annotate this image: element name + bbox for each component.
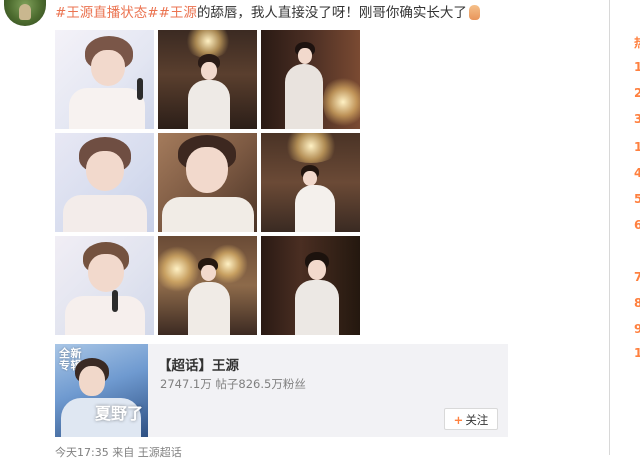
hot-rank[interactable]: 1	[634, 140, 640, 154]
hot-rank[interactable]: 7	[634, 270, 640, 284]
supertopic-card[interactable]: 全新 专辑 夏野了 【超话】王源 2747.1万 帖子826.5万粉丝 + 关注	[55, 344, 508, 437]
column-divider	[609, 0, 610, 455]
hot-rank[interactable]: 2	[634, 86, 640, 100]
hot-rank[interactable]: 5	[634, 192, 640, 206]
hot-rank[interactable]: 9	[634, 322, 640, 336]
photo-thumbnail[interactable]	[261, 236, 360, 335]
photo-thumbnail[interactable]	[261, 30, 360, 129]
post-body: 的舔唇，我人直接没了呀！刚哥你确实长大了	[196, 5, 467, 21]
user-avatar[interactable]	[4, 0, 46, 26]
post-source[interactable]: 王源超话	[138, 446, 182, 459]
photo-thumbnail[interactable]	[55, 236, 154, 335]
photo-thumbnail[interactable]	[158, 133, 257, 232]
photo-thumbnail[interactable]	[55, 30, 154, 129]
hot-rank[interactable]: 热	[634, 34, 640, 51]
photo-thumbnail[interactable]	[55, 133, 154, 232]
hot-list-sidebar: 热 1 2 3 1 4 5 6 7 8 9 1	[620, 0, 640, 455]
cover-title: 夏野了	[95, 404, 144, 423]
post-text: #王源直播状态##王源的舔唇，我人直接没了呀！刚哥你确实长大了	[55, 3, 480, 23]
hashtag-supertopic[interactable]: #王源	[159, 5, 197, 21]
hot-rank[interactable]: 6	[634, 218, 640, 232]
hot-rank[interactable]: 4	[634, 166, 640, 180]
photo-thumbnail[interactable]	[158, 30, 257, 129]
hot-rank[interactable]: 3	[634, 112, 640, 126]
hashtag-topic[interactable]: #王源直播状态#	[55, 5, 159, 21]
follow-label: 关注	[465, 413, 489, 427]
hot-rank[interactable]: 8	[634, 296, 640, 310]
supertopic-cover-image[interactable]: 全新 专辑 夏野了	[55, 344, 148, 437]
hot-rank[interactable]: 1	[634, 60, 640, 74]
hot-rank[interactable]: 1	[634, 346, 640, 360]
photo-thumbnail[interactable]	[261, 133, 360, 232]
photo-thumbnail[interactable]	[158, 236, 257, 335]
from-label: 来自	[112, 446, 135, 459]
post-time[interactable]: 今天17:35	[55, 446, 109, 459]
hand-emoji-icon	[468, 5, 480, 20]
supertopic-title[interactable]: 【超话】王源	[158, 354, 239, 374]
plus-icon: +	[453, 413, 464, 427]
supertopic-stats: 2747.1万 帖子826.5万粉丝	[160, 377, 306, 391]
post-meta: 今天17:35 来自 王源超话	[55, 444, 182, 460]
follow-button[interactable]: + 关注	[444, 408, 498, 430]
